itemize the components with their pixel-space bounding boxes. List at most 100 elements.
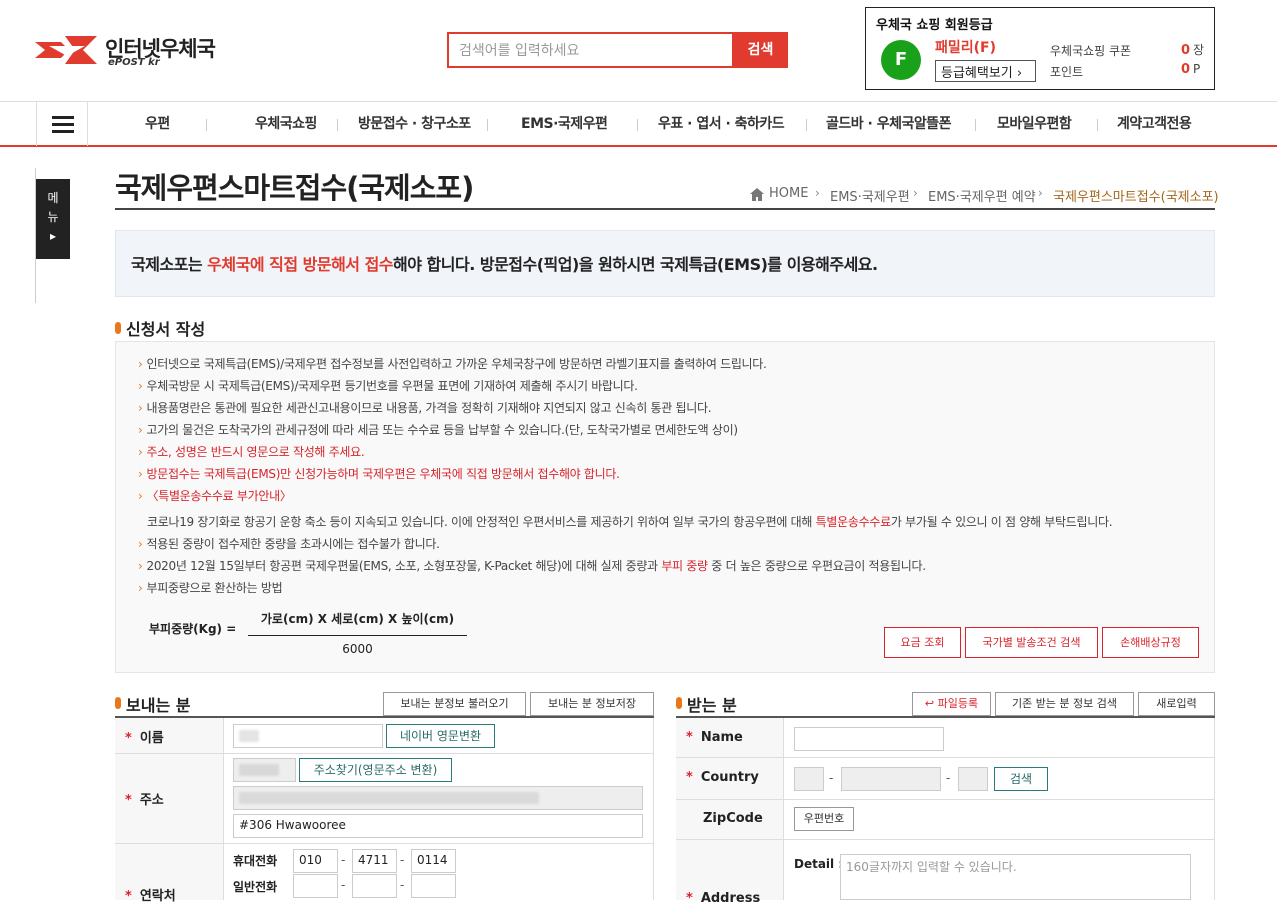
- guide-line: › 부피중량으로 환산하는 방법: [138, 579, 283, 596]
- sender-table-edge: [653, 718, 654, 900]
- sender-save-button[interactable]: 보내는 분 정보저장: [530, 692, 654, 716]
- receiver-zip-label: ZipCode: [703, 811, 763, 826]
- row-divider: [676, 757, 1215, 758]
- breadcrumb-current: 국제우편스마트접수(국제소포): [1053, 190, 1219, 205]
- nav-item-contract[interactable]: 계약고객전용: [1117, 102, 1192, 146]
- row-divider: [115, 753, 654, 754]
- page-title: 국제우편스마트접수(국제소포): [115, 171, 474, 205]
- guide-text-red: 방문접수는 국제특급(EMS)만 신청가능하며 국제우편은 우체국에 직접 방문…: [146, 467, 620, 481]
- receiver-name-label: * Name: [686, 730, 743, 745]
- detail-label: Detail :: [794, 857, 844, 871]
- sender-address-input[interactable]: [233, 786, 643, 810]
- nav-separator: [975, 119, 976, 131]
- point-label: 포인트: [1050, 65, 1084, 79]
- breadcrumb-home[interactable]: HOME: [769, 186, 808, 201]
- phone-input-2[interactable]: [352, 874, 397, 898]
- nav-item-goldbar[interactable]: 골드바 · 우체국알뜰폰: [826, 102, 952, 146]
- mobile-input-3[interactable]: 0114: [411, 849, 456, 873]
- nav-item-mobile-mailbox[interactable]: 모바일우편함: [997, 102, 1072, 146]
- file-register-button[interactable]: ↩ 파일등록: [912, 692, 991, 716]
- new-input-button[interactable]: 새로입력: [1138, 692, 1215, 716]
- mobile-input-1[interactable]: 010: [293, 849, 338, 873]
- country-condition-button[interactable]: 국가별 발송조건 검색: [965, 627, 1098, 658]
- breadcrumb-ems-reserve[interactable]: EMS·국제우편 예약: [928, 186, 1036, 205]
- logo-subtext: ePOST kr: [108, 57, 160, 68]
- phone-input-3[interactable]: [411, 874, 456, 898]
- section-bullet-icon: [676, 697, 682, 709]
- zipcode-button[interactable]: 우편번호: [794, 807, 854, 831]
- arrow-icon: ›: [138, 379, 143, 393]
- side-menu-tab[interactable]: 메 뉴 ▸: [36, 179, 70, 259]
- rate-lookup-button[interactable]: 요금 조회: [884, 627, 961, 658]
- phone-input-1[interactable]: [293, 874, 338, 898]
- country-extra-input[interactable]: [958, 767, 988, 791]
- grade-name: 패밀리(F): [935, 40, 997, 56]
- grade-benefit-button[interactable]: 등급혜택보기 ›: [935, 60, 1036, 82]
- formula-divider: [248, 635, 467, 636]
- sender-address-label: * 주소: [125, 789, 164, 808]
- arrow-icon: ›: [138, 401, 143, 415]
- side-menu-char: 메: [47, 191, 59, 205]
- receiver-name-text: Name: [700, 730, 743, 745]
- guide-box: › 인터넷으로 국제특급(EMS)/국제우편 접수정보를 사전입력하고 가까운 우…: [115, 341, 1215, 673]
- required-icon: *: [125, 793, 132, 808]
- country-name-input[interactable]: [841, 767, 941, 791]
- nav-item-shopping[interactable]: 우체국쇼핑: [255, 102, 317, 146]
- receiver-col-divider: [783, 718, 784, 900]
- sender-load-button[interactable]: 보내는 분정보 불러오기: [383, 692, 526, 716]
- search-button[interactable]: 검색: [733, 32, 788, 68]
- guide-text: 2020년 12월 15일부터 항공편 국제우편물(EMS, 소포, 소형포장물…: [146, 559, 662, 573]
- undo-arrow-icon: ↩: [924, 697, 935, 710]
- mobile-input-2[interactable]: 4711: [352, 849, 397, 873]
- required-icon: *: [125, 889, 132, 904]
- dash: -: [400, 853, 405, 867]
- nav-item-stamps[interactable]: 우표 · 엽서 · 축하카드: [658, 102, 785, 146]
- receiver-section-title: 받는 분: [687, 696, 737, 715]
- guide-text: 가 부가될 수 있으니 이 점 양해 부탁드립니다.: [890, 515, 1113, 529]
- masked-value: [239, 764, 279, 776]
- arrow-icon: ›: [138, 357, 143, 371]
- breadcrumb-ems[interactable]: EMS·국제우편: [830, 186, 910, 205]
- sender-name-text: 이름: [139, 731, 164, 746]
- epost-logo-icon[interactable]: [35, 34, 99, 66]
- point-value: 0P: [1181, 62, 1200, 77]
- sender-contact-text: 연락처: [139, 889, 176, 904]
- guide-text: 내용품명란은 통관에 필요한 세관신고내용이므로 내용품, 가격을 정확히 기재…: [146, 401, 712, 415]
- guide-text-red: 〈특별운송수수료 부가안내〉: [146, 489, 292, 503]
- address-search-button[interactable]: 주소찾기(영문주소 변환): [299, 758, 452, 782]
- country-search-button[interactable]: 검색: [994, 767, 1048, 791]
- guide-text-red: 주소, 성명은 반드시 영문으로 작성해 주세요.: [146, 445, 365, 459]
- sender-name-input[interactable]: [233, 724, 383, 748]
- sender-address-detail-input[interactable]: #306 Hwawooree: [233, 814, 643, 838]
- guide-line: › 인터넷으로 국제특급(EMS)/국제우편 접수정보를 사전입력하고 가까운 우…: [138, 355, 767, 372]
- guide-line: › 방문접수는 국제특급(EMS)만 신청가능하며 국제우편은 우체국에 직접 방…: [138, 465, 620, 482]
- sender-zip-input[interactable]: [233, 758, 296, 782]
- dash: -: [341, 878, 346, 892]
- dash: -: [829, 771, 834, 785]
- nav-item-visit-pickup[interactable]: 방문접수 · 창구소포: [358, 102, 471, 146]
- receiver-search-button[interactable]: 기존 받는 분 정보 검색: [995, 692, 1134, 716]
- nav-separator: [487, 119, 488, 131]
- breadcrumb-chevron-icon: ›: [913, 186, 918, 200]
- naver-english-button[interactable]: 네이버 영문변환: [386, 724, 495, 748]
- member-grade-box: 우체국 쇼핑 회원등급 F 패밀리(F) 등급혜택보기 › 우체국쇼핑 쿠폰 0…: [865, 7, 1215, 90]
- side-menu-char: 뉴: [47, 210, 59, 224]
- receiver-name-input[interactable]: [794, 727, 944, 751]
- address-detail-textarea[interactable]: 160글자까지 입력할 수 있습니다.: [840, 854, 1191, 900]
- nav-item-post[interactable]: 우편: [145, 102, 170, 146]
- country-code-input[interactable]: [794, 767, 824, 791]
- sender-name-label: * 이름: [125, 727, 164, 746]
- required-icon: *: [686, 891, 693, 906]
- damage-rule-button[interactable]: 손해배상규정: [1102, 627, 1199, 658]
- guide-line: › 주소, 성명은 반드시 영문으로 작성해 주세요.: [138, 443, 365, 460]
- hamburger-menu-icon[interactable]: [36, 102, 88, 146]
- search-input[interactable]: 검색어를 입력하세요: [447, 32, 734, 68]
- section-bullet-icon: [115, 322, 121, 334]
- guide-line: › 우체국방문 시 국제특급(EMS)/국제우편 등기번호를 우편물 표면에 기재…: [138, 377, 638, 394]
- nav-item-ems[interactable]: EMS·국제우편: [521, 102, 608, 146]
- section-bullet-icon: [115, 697, 121, 709]
- receiver-table-edge: [1214, 718, 1215, 900]
- chevron-right-icon: ›: [1016, 66, 1023, 81]
- coupon-count: 0: [1181, 43, 1191, 58]
- arrow-icon: ›: [138, 559, 143, 573]
